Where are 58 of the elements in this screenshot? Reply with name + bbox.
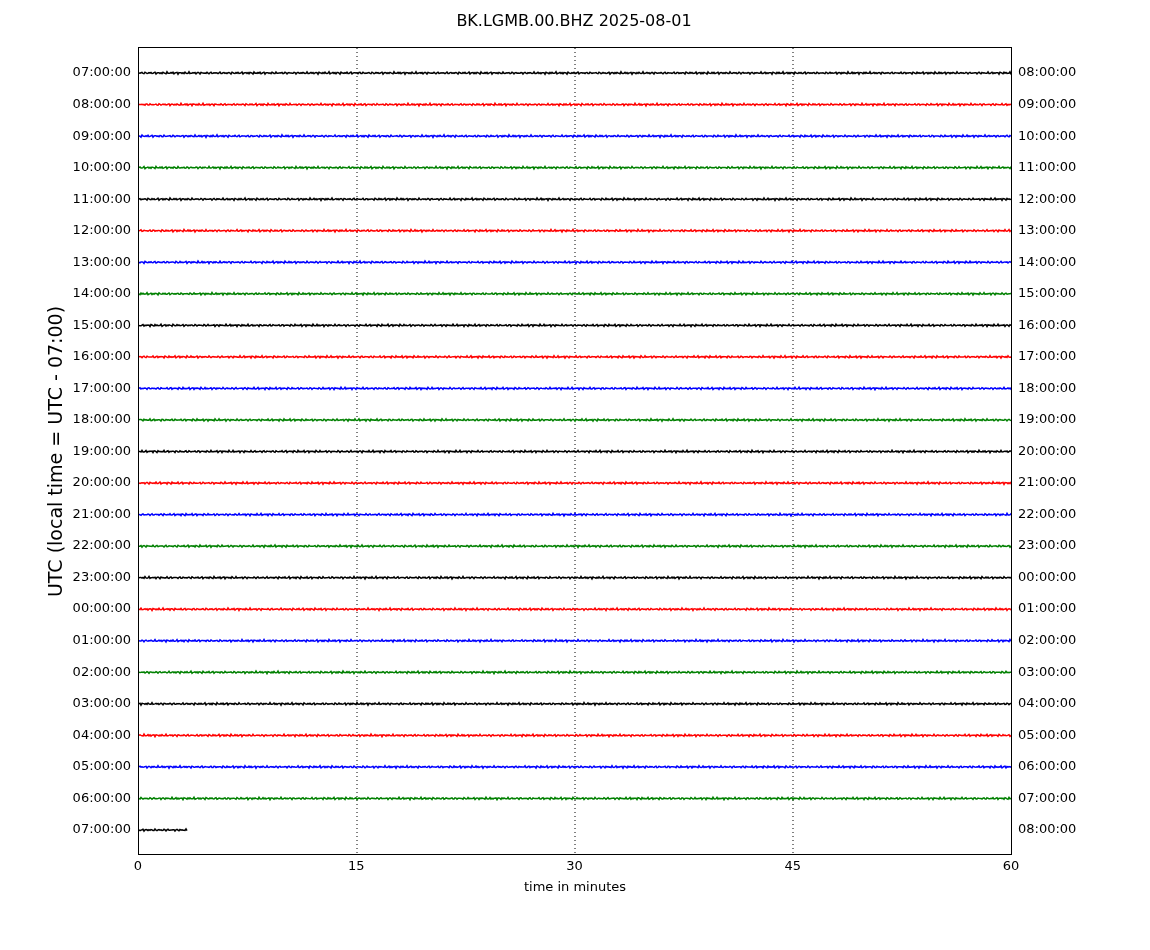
hour-label: 06:00:00 (1018, 757, 1077, 776)
hour-label: 23:00:00 (1018, 536, 1077, 555)
hour-label: 04:00:00 (1018, 694, 1077, 713)
hour-label: 11:00:00 (1018, 158, 1077, 177)
hour-label: 08:00:00 (1018, 820, 1077, 839)
hour-label: 16:00:00 (1018, 315, 1077, 334)
hour-label: 17:00:00 (72, 378, 131, 397)
hour-label: 05:00:00 (72, 757, 131, 776)
hour-label: 13:00:00 (72, 252, 131, 271)
hour-label: 20:00:00 (1018, 441, 1077, 460)
x-tick-label: 30 (566, 859, 583, 872)
hour-label: 10:00:00 (1018, 126, 1077, 145)
hour-label: 16:00:00 (72, 347, 131, 366)
hour-label: 08:00:00 (1018, 63, 1077, 82)
hour-label: 09:00:00 (1018, 95, 1077, 113)
x-tick-label: 0 (133, 859, 143, 872)
hour-label: 14:00:00 (72, 284, 131, 303)
hour-label: 12:00:00 (72, 221, 131, 240)
hour-label: 20:00:00 (72, 473, 131, 492)
hour-label: 01:00:00 (72, 631, 131, 649)
hour-label: 21:00:00 (1018, 473, 1077, 492)
hour-label: 17:00:00 (1018, 347, 1077, 366)
hour-label: 04:00:00 (72, 725, 131, 744)
hour-label: 10:00:00 (72, 158, 131, 177)
hour-label: 12:00:00 (1018, 189, 1077, 208)
x-tick-label: 60 (1002, 859, 1020, 872)
hour-label: 02:00:00 (1018, 631, 1077, 649)
hour-label: 22:00:00 (1018, 504, 1077, 523)
hour-label: 22:00:00 (72, 536, 131, 555)
hour-label: 06:00:00 (72, 788, 131, 807)
hour-label: 13:00:00 (1018, 221, 1077, 240)
hour-label: 11:00:00 (72, 189, 131, 208)
hour-label: 08:00:00 (72, 95, 131, 113)
hour-label: 21:00:00 (72, 504, 131, 523)
hour-label: 00:00:00 (72, 599, 131, 618)
hour-label: 14:00:00 (1018, 252, 1077, 271)
x-tick-label: 15 (348, 859, 365, 872)
y-axis-label: UTC (local time = UTC - 07:00) (46, 305, 66, 597)
hour-label: 23:00:00 (72, 567, 131, 586)
x-tick-label: 45 (784, 859, 801, 872)
hour-label: 03:00:00 (72, 694, 131, 713)
hour-label: 02:00:00 (72, 662, 131, 681)
hour-label: 05:00:00 (1018, 725, 1077, 744)
hour-label: 18:00:00 (72, 410, 131, 429)
hour-label: 19:00:00 (1018, 410, 1077, 429)
hour-label: 00:00:00 (1018, 567, 1077, 586)
hour-label: 07:00:00 (72, 820, 131, 839)
hour-label: 01:00:00 (1018, 599, 1077, 618)
hour-label: 15:00:00 (72, 315, 131, 334)
hour-label: 07:00:00 (1018, 788, 1077, 807)
hour-label: 15:00:00 (1018, 284, 1077, 303)
x-axis-label: time in minutes (523, 880, 627, 893)
hour-label: 18:00:00 (1018, 378, 1077, 397)
hour-label: 09:00:00 (72, 126, 131, 145)
hour-label: 19:00:00 (72, 441, 131, 460)
hour-label: 07:00:00 (72, 63, 131, 82)
chart-title: BK.LGMB.00.BHZ 2025-08-01 (456, 13, 692, 31)
hour-label: 03:00:00 (1018, 662, 1077, 681)
